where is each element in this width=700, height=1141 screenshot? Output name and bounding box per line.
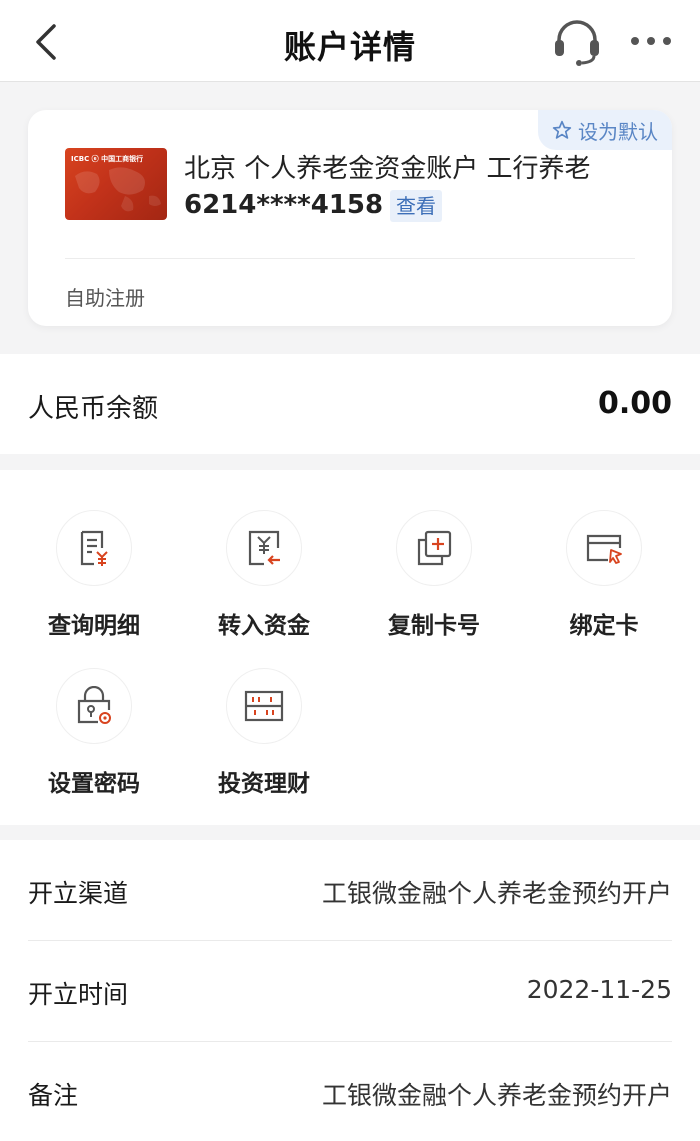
bind-card-icon bbox=[586, 534, 622, 564]
more-button[interactable] bbox=[628, 26, 674, 56]
view-number-button[interactable]: 查看 bbox=[390, 190, 442, 222]
transfer-in-label: 转入资金 bbox=[218, 613, 310, 639]
bank-card-image: ICBC ⓔ 中国工商银行 bbox=[65, 148, 167, 220]
bank-logo-text: ICBC ⓔ 中国工商银行 bbox=[71, 155, 144, 163]
transfer-in-button[interactable]: 转入资金 bbox=[184, 510, 344, 640]
statement-icon bbox=[80, 530, 108, 566]
set-default-label: 设为默认 bbox=[578, 119, 658, 144]
balance-label: 人民币余额 bbox=[28, 394, 159, 424]
query-details-button[interactable]: 查询明细 bbox=[14, 510, 174, 640]
investment-button[interactable]: 投资理财 bbox=[184, 668, 344, 798]
customer-service-button[interactable] bbox=[550, 18, 604, 66]
headset-icon bbox=[555, 20, 599, 66]
icon-circle bbox=[56, 510, 132, 586]
set-default-button[interactable]: 设为默认 bbox=[538, 110, 672, 150]
info-label: 开立渠道 bbox=[28, 879, 129, 908]
balance-value: 0.00 bbox=[597, 386, 672, 421]
query-details-label: 查询明细 bbox=[48, 613, 140, 639]
account-number: 6214****4158 bbox=[184, 190, 384, 220]
icon-circle bbox=[396, 510, 472, 586]
copy-card-number-label: 复制卡号 bbox=[388, 613, 480, 639]
account-card: 设为默认 ICBC ⓔ 中国工商银行 北京 个人养老金资金账户 工行养老 621… bbox=[28, 110, 672, 326]
account-info-list: 开立渠道 工银微金融个人养老金预约开户 开立时间 2022-11-25 备注 工… bbox=[0, 840, 700, 1141]
abacus-icon bbox=[244, 690, 284, 722]
function-grid: 查询明细 转入资金 复制卡号 绑定卡 设置密码 投资理财 bbox=[0, 470, 700, 825]
investment-label: 投资理财 bbox=[218, 771, 310, 797]
more-dots-icon bbox=[631, 37, 671, 45]
info-row-open-date: 开立时间 2022-11-25 bbox=[28, 941, 672, 1041]
icon-circle bbox=[226, 668, 302, 744]
info-value: 工银微金融个人养老金预约开户 bbox=[321, 1081, 672, 1110]
info-value: 工银微金融个人养老金预约开户 bbox=[321, 879, 672, 908]
set-password-label: 设置密码 bbox=[48, 771, 140, 797]
star-icon bbox=[552, 120, 572, 139]
bind-card-button[interactable]: 绑定卡 bbox=[524, 510, 684, 640]
account-name: 北京 个人养老金资金账户 工行养老 bbox=[184, 154, 591, 184]
balance-row: 人民币余额 0.00 bbox=[0, 354, 700, 454]
bind-card-label: 绑定卡 bbox=[569, 613, 639, 639]
registration-type: 自助注册 bbox=[65, 286, 145, 310]
info-label: 开立时间 bbox=[28, 980, 129, 1009]
copy-icon bbox=[417, 530, 452, 566]
transfer-in-icon bbox=[248, 530, 280, 566]
copy-card-number-button[interactable]: 复制卡号 bbox=[354, 510, 514, 640]
set-password-button[interactable]: 设置密码 bbox=[14, 668, 174, 798]
icon-circle bbox=[566, 510, 642, 586]
icon-circle bbox=[226, 510, 302, 586]
info-label: 备注 bbox=[28, 1081, 79, 1110]
info-value: 2022-11-25 bbox=[526, 975, 672, 1004]
icon-circle bbox=[56, 668, 132, 744]
info-row-remark: 备注 工银微金融个人养老金预约开户 bbox=[28, 1042, 672, 1141]
password-lock-icon bbox=[77, 686, 111, 724]
info-row-channel: 开立渠道 工银微金融个人养老金预约开户 bbox=[28, 840, 672, 940]
app-header: 账户详情 bbox=[0, 0, 700, 82]
card-divider bbox=[65, 258, 635, 259]
